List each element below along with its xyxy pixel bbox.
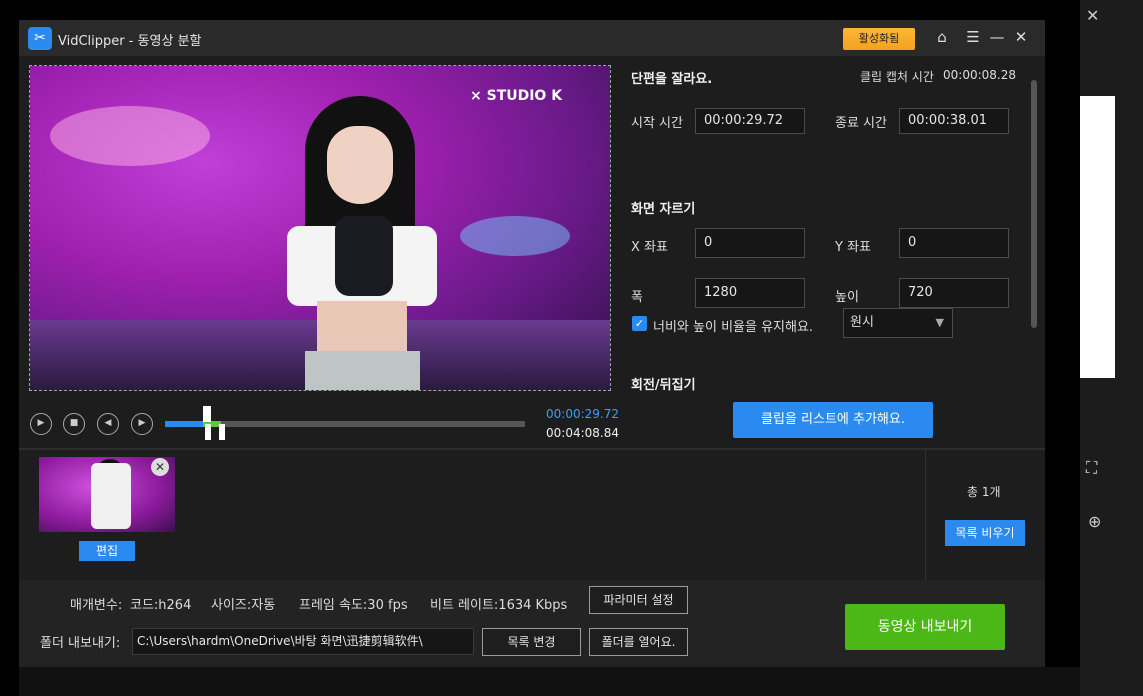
window-title: VidClipper - 동영상 분할: [58, 34, 202, 49]
start-time-field[interactable]: 00:00:29.72: [695, 108, 805, 134]
capture-time-value: 00:00:08.28: [943, 68, 1016, 82]
y-coord-field[interactable]: 0: [899, 228, 1009, 258]
size-value: 사이즈:자동: [211, 598, 276, 613]
ratio-select[interactable]: 원시 ▼: [843, 308, 953, 338]
broadcast-logo: × STUDIO K: [470, 88, 563, 104]
width-label: 폭: [631, 290, 643, 305]
params-label: 매개변수:: [70, 598, 123, 613]
change-folder-button[interactable]: 목록 변경: [482, 628, 581, 656]
end-time-field[interactable]: 00:00:38.01: [899, 108, 1009, 134]
expand-icon[interactable]: ⛶: [1086, 458, 1097, 478]
settings-panel: 단편을 잘라요. 클립 캡처 시간 00:00:08.28 시작 시간 00:0…: [622, 56, 1045, 393]
clear-list-button[interactable]: 목록 비우기: [945, 520, 1025, 546]
edit-clip-button[interactable]: 편집: [79, 541, 135, 561]
width-field[interactable]: 1280: [695, 278, 805, 308]
end-time-label: 종료 시간: [835, 116, 887, 131]
open-folder-button[interactable]: 폴더를 열어요.: [589, 628, 688, 656]
section-divider: [19, 448, 1045, 450]
y-coord-label: Y 좌표: [835, 240, 871, 255]
clip-start-handle[interactable]: [205, 424, 211, 440]
capture-time-label: 클립 캡처 시간: [860, 70, 934, 84]
current-time: 00:00:29.72: [546, 407, 619, 421]
clip-count: 총 1개: [967, 485, 1001, 499]
export-bar: 매개변수: 코드:h264 사이즈:자동 프레임 속도:30 fps 비트 레이…: [19, 580, 1045, 667]
video-preview[interactable]: × STUDIO K: [29, 65, 611, 391]
app-logo-icon: ✂: [28, 27, 52, 50]
next-frame-button[interactable]: ▶: [131, 413, 153, 435]
zoom-in-icon[interactable]: ⊕: [1088, 512, 1101, 531]
codec-value: 코드:h264: [130, 598, 192, 613]
remove-clip-icon[interactable]: ✕: [151, 458, 169, 476]
background-taskbar-area: [19, 667, 1080, 696]
timeline-progress: [165, 421, 207, 427]
start-time-label: 시작 시간: [631, 116, 683, 131]
scrollbar-thumb[interactable]: [1031, 80, 1037, 328]
play-button[interactable]: ▶: [30, 413, 52, 435]
clip-heading: 단편을 잘라요.: [631, 72, 713, 87]
bitrate-value: 비트 레이트:1634 Kbps: [430, 598, 568, 613]
fps-value: 프레임 속도:30 fps: [299, 598, 408, 613]
crop-heading: 화면 자르기: [631, 202, 696, 217]
height-label: 높이: [835, 290, 859, 305]
x-coord-label: X 좌표: [631, 240, 668, 255]
output-path-field[interactable]: C:\Users\hardm\OneDrive\바탕 화면\迅捷剪辑软件\: [132, 628, 474, 655]
minimize-icon[interactable]: —: [988, 28, 1006, 46]
clip-end-handle[interactable]: [219, 424, 225, 440]
title-bar: ✂ VidClipper - 동영상 분할 활성화됨 ⌂ ☰ — ✕: [19, 20, 1045, 56]
output-folder-label: 폴더 내보내기:: [40, 636, 121, 651]
export-video-button[interactable]: 동영상 내보내기: [845, 604, 1005, 650]
playhead-handle[interactable]: [203, 406, 211, 422]
list-divider: [925, 450, 926, 580]
rotate-heading: 회전/뒤집기: [631, 378, 696, 393]
close-icon[interactable]: ✕: [1012, 28, 1030, 46]
parameter-settings-button[interactable]: 파라미터 설정: [589, 586, 688, 614]
add-to-list-button[interactable]: 클립을 리스트에 추가해요.: [733, 402, 933, 438]
ratio-select-value: 원시: [850, 315, 874, 330]
prev-frame-button[interactable]: ◀: [97, 413, 119, 435]
settings-scrollbar[interactable]: [1030, 70, 1038, 390]
keep-ratio-checkbox[interactable]: ✓: [632, 316, 647, 331]
close-icon[interactable]: ✕: [1086, 6, 1099, 25]
menu-icon[interactable]: ☰: [964, 28, 982, 46]
total-time: 00:04:08.84: [546, 426, 619, 440]
x-coord-field[interactable]: 0: [695, 228, 805, 258]
app-window: ✂ VidClipper - 동영상 분할 활성화됨 ⌂ ☰ — ✕ × STU…: [19, 20, 1045, 667]
chevron-down-icon: ▼: [935, 316, 944, 329]
height-field[interactable]: 720: [899, 278, 1009, 308]
stop-button[interactable]: ■: [63, 413, 85, 435]
keep-ratio-label: 너비와 높이 비율을 유지해요.: [653, 320, 814, 335]
video-frame: × STUDIO K: [30, 66, 610, 390]
home-icon[interactable]: ⌂: [933, 28, 951, 46]
activate-button[interactable]: 활성화됨: [843, 28, 915, 50]
background-panel: [1080, 96, 1115, 378]
